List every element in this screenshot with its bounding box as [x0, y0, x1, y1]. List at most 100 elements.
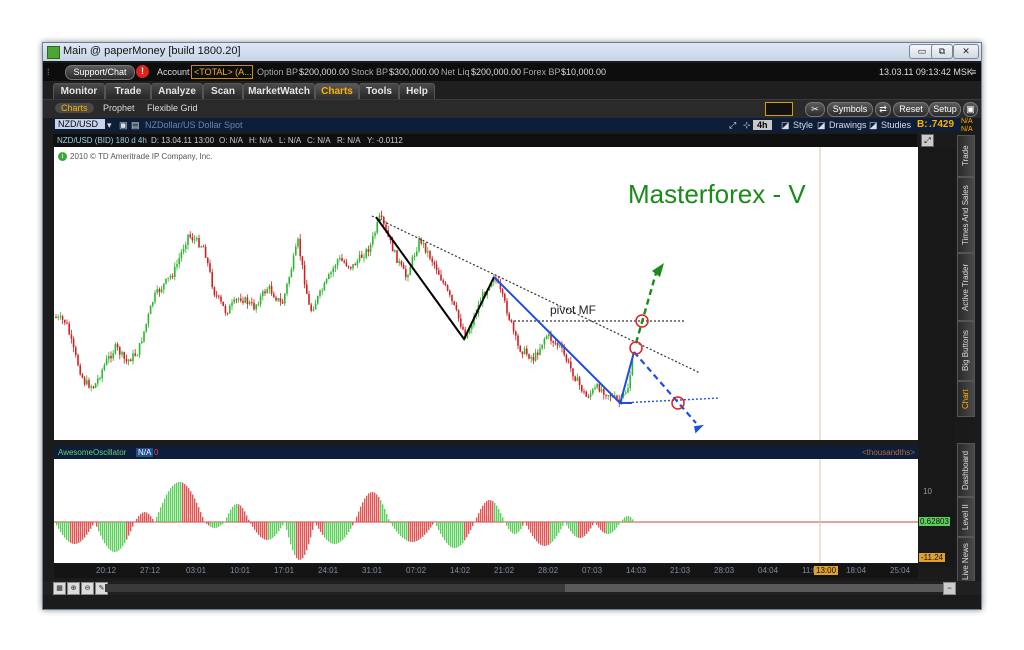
subtab-flexible-grid[interactable]: Flexible Grid [147, 103, 198, 113]
studies-button[interactable]: Studies [881, 120, 911, 130]
oscillator-bar [238, 504, 240, 522]
candle-body [180, 251, 183, 258]
oscillator-bar [382, 504, 384, 522]
tab-scan[interactable]: Scan [203, 83, 243, 99]
support-chat-button[interactable]: Support/Chat [65, 65, 135, 80]
price-chart[interactable]: i 2010 © TD Ameritrade IP Company, Inc. … [54, 147, 918, 440]
alert-icon[interactable]: ! [136, 65, 149, 78]
style-button[interactable]: Style [793, 120, 813, 130]
oscillator-bar [276, 522, 278, 534]
oscillator-bar [254, 522, 256, 530]
expand-icon[interactable]: ⇔ [943, 582, 956, 595]
tab-tools[interactable]: Tools [359, 83, 399, 99]
sidetab-chart[interactable]: Chart [957, 381, 975, 417]
oscillator-bar [126, 522, 128, 540]
tab-monitor[interactable]: Monitor [53, 83, 105, 99]
candle-body [508, 313, 510, 320]
menu-icon[interactable]: ≡ [971, 67, 976, 77]
oscillator-name[interactable]: AwesomeOscillator [58, 448, 126, 457]
blue-leg-up[interactable] [619, 351, 635, 405]
oscillator-bar [558, 522, 560, 533]
subtab-charts[interactable]: Charts [55, 103, 94, 113]
candle-body [310, 304, 312, 311]
candle-body [202, 246, 205, 248]
scroll-thumb[interactable] [565, 584, 945, 592]
reset-button[interactable]: Reset [893, 102, 929, 117]
candle-body [119, 347, 121, 355]
link-color-box[interactable] [765, 102, 793, 116]
blue-support-line[interactable] [619, 397, 721, 404]
oscillator-bar [616, 522, 618, 528]
blue-projection-arrow[interactable] [633, 351, 697, 424]
oscillator-bar [260, 522, 262, 538]
oscillator-bar [160, 507, 162, 522]
crosshair-icon[interactable]: ⊹ [743, 120, 751, 131]
candle-body [273, 293, 275, 298]
subtab-prophet[interactable]: Prophet [103, 103, 135, 113]
oscillator-bar [456, 522, 458, 548]
chart-info-bar: NZD/USD (BID) 180 d 4h D: 13.04.11 13:00… [53, 134, 917, 147]
sidetab-times-and-sales[interactable]: Times And Sales [957, 177, 975, 253]
symbols-button[interactable]: Symbols [827, 102, 873, 117]
candle-body [592, 389, 594, 394]
break-circle [629, 341, 643, 355]
tab-analyze[interactable]: Analyze [151, 83, 203, 99]
oscillator-bar [300, 522, 302, 560]
candle-body [86, 380, 88, 385]
account-select[interactable]: <TOTAL> (A... [191, 65, 253, 79]
sidetab-trade[interactable]: Trade [957, 135, 975, 177]
grid-layout-icon[interactable]: ▦ [53, 582, 66, 595]
awesome-oscillator-panel[interactable] [54, 459, 918, 563]
oscillator-bar [570, 522, 572, 532]
candle-body [600, 389, 603, 392]
candle-body [372, 235, 374, 245]
scissors-icon[interactable]: ✂ [805, 102, 825, 117]
swap-icon[interactable]: ⇄ [875, 102, 891, 117]
candle-body [182, 248, 185, 252]
tab-help[interactable]: Help [399, 83, 435, 99]
layout-icon[interactable]: ▣ [963, 102, 978, 117]
candle-body [279, 298, 282, 302]
oscillator-bar [580, 522, 582, 538]
sidetab-level-ii[interactable]: Level II [957, 497, 975, 537]
sidetab-big-buttons[interactable]: Big Buttons [957, 321, 975, 381]
oscillator-bar [184, 483, 186, 522]
tab-charts[interactable]: Charts [315, 83, 359, 99]
oscillator-bar [538, 522, 540, 544]
candle-body [108, 355, 110, 359]
green-projection-arrow[interactable] [634, 272, 658, 344]
oscillator-bar [90, 522, 92, 529]
zoom-icon[interactable]: ⤢ [729, 120, 736, 131]
restore-button[interactable]: ⧉ [931, 44, 953, 59]
scale-10: 10 [923, 487, 932, 496]
oscillator-bar [540, 522, 542, 545]
zoom-out-icon[interactable]: ⊖ [81, 582, 94, 595]
blue-wave[interactable] [493, 276, 632, 404]
tab-marketwatch[interactable]: MarketWatch [243, 83, 315, 99]
chart-scrollbar[interactable] [105, 584, 945, 592]
black-wave[interactable] [375, 216, 495, 341]
sidetab-active-trader[interactable]: Active Trader [957, 253, 975, 321]
candle-body [396, 250, 398, 263]
drawings-button[interactable]: Drawings [829, 120, 867, 130]
oscillator-bar [118, 522, 120, 551]
maximize-chart-icon[interactable]: ⤢ [921, 134, 934, 147]
timeframe-select[interactable]: 4h [753, 120, 772, 130]
zoom-in-icon[interactable]: ⊕ [67, 582, 80, 595]
oscillator-bar [624, 517, 626, 522]
info-icon[interactable]: i [58, 152, 67, 161]
setup-button[interactable]: Setup [929, 102, 961, 117]
sidetab-live-news[interactable]: Live News [957, 537, 975, 587]
sidetab-dashboard[interactable]: Dashboard [957, 443, 975, 497]
oscillator-bar [374, 492, 376, 522]
symbol-input[interactable]: NZD/USD [55, 119, 105, 129]
symbol-dropdown-icon[interactable]: ▾ [107, 120, 112, 131]
oscillator-bar [312, 522, 314, 530]
tab-trade[interactable]: Trade [105, 83, 151, 99]
close-button[interactable]: ✕ [953, 44, 979, 59]
oscillator-bar [158, 512, 160, 522]
green-arrowhead-icon [652, 263, 664, 277]
oscillator-bar [250, 522, 252, 524]
oscillator-bar [432, 522, 434, 525]
lock-icon[interactable]: ▣ [119, 120, 128, 131]
